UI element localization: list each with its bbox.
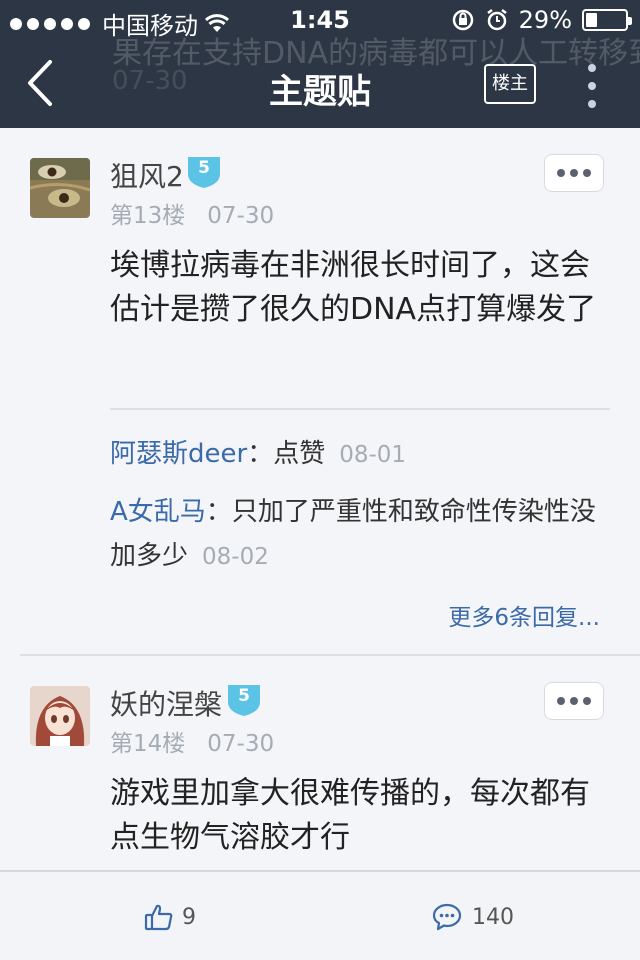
- comment-button[interactable]: 140: [432, 902, 514, 932]
- reply-date: 08-02: [202, 544, 269, 570]
- reply-item[interactable]: 阿瑟斯deer：点赞 08-01: [110, 432, 610, 477]
- navigation-bar: 主题贴 楼主: [0, 40, 640, 128]
- comment-count: 140: [472, 904, 514, 930]
- battery-icon: [582, 9, 632, 31]
- back-arrow-icon[interactable]: [22, 58, 62, 108]
- level-number: 5: [198, 158, 210, 178]
- username[interactable]: 妖的涅槃: [110, 683, 222, 723]
- username[interactable]: 狙风2: [110, 155, 184, 195]
- reply-username[interactable]: A女乱马: [110, 497, 206, 527]
- rotation-lock-icon: [452, 9, 473, 31]
- only-op-button[interactable]: 楼主: [484, 64, 536, 104]
- reply-separator: ：: [205, 497, 232, 527]
- divider: [110, 408, 610, 410]
- avatar[interactable]: [30, 158, 90, 218]
- comment-bubble-icon: [432, 903, 462, 931]
- post-content: 埃博拉病毒在非洲很长时间了，这会估计是攒了很久的DNA点打算爆发了: [110, 248, 597, 327]
- post-content: 游戏里加拿大很难传播的，每次都有点生物气溶胶才行: [110, 776, 590, 855]
- avatar[interactable]: [30, 686, 90, 746]
- post-menu-button[interactable]: [544, 154, 604, 192]
- post-date: 07-30: [207, 731, 275, 757]
- post-floor-13: 狙风2 5 第13楼 07-30 埃博拉病毒在非洲很长时间了，这会估计是攒了很久的…: [0, 128, 640, 654]
- status-bar: 中国移动 1:45 29%: [0, 0, 640, 40]
- bottom-action-bar: 9 140: [0, 870, 640, 960]
- top-bar: 果存在支持DNA的病毒都可以人工转移到 233 07-30 中国移动 1:45: [0, 0, 640, 128]
- post-menu-button[interactable]: [544, 682, 604, 720]
- like-count: 9: [182, 904, 196, 930]
- floor-number: 第13楼: [110, 203, 186, 229]
- post-date: 07-30: [207, 203, 275, 229]
- reply-username[interactable]: 阿瑟斯deer: [110, 439, 247, 469]
- post-meta: 第13楼 07-30: [110, 196, 274, 230]
- more-replies-link[interactable]: 更多6条回复...: [448, 598, 600, 632]
- alarm-icon: [486, 9, 507, 31]
- reply-text: 点赞: [273, 439, 326, 469]
- post-meta: 第14楼 07-30: [110, 724, 274, 758]
- level-number: 5: [238, 686, 250, 706]
- battery-percent: 29%: [518, 6, 572, 34]
- reply-item[interactable]: A女乱马：只加了严重性和致命性传染性没加多少 08-02: [110, 490, 610, 579]
- post-floor-14: 妖的涅槃 5 第14楼 07-30 游戏里加拿大很难传播的，每次都有点生物气溶胶才…: [0, 656, 640, 870]
- more-options-icon[interactable]: [580, 64, 604, 108]
- thumbs-up-icon: [144, 904, 173, 931]
- reply-separator: ：: [247, 439, 274, 469]
- floor-number: 第14楼: [110, 731, 186, 757]
- level-badge: 5: [226, 682, 262, 718]
- level-badge: 5: [186, 154, 222, 190]
- reply-date: 08-01: [339, 442, 407, 468]
- page-title: 主题贴: [269, 72, 371, 112]
- like-button[interactable]: 9: [144, 902, 196, 932]
